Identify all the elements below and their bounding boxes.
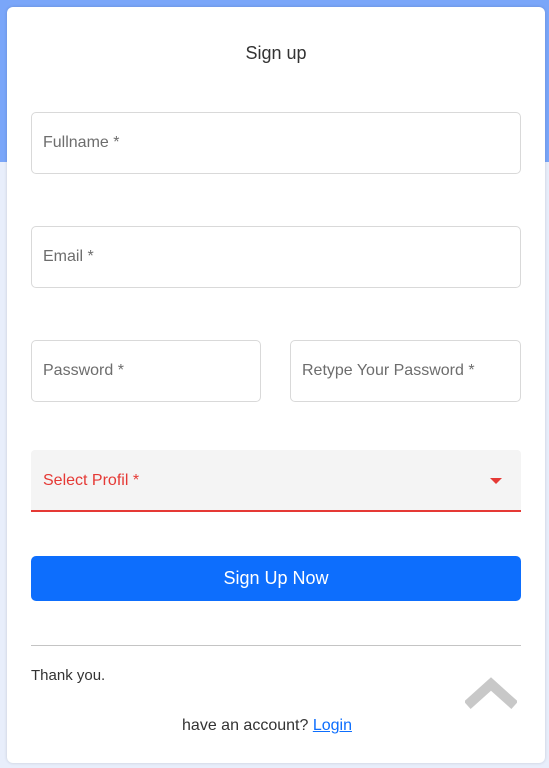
login-link[interactable]: Login <box>313 717 352 734</box>
chevron-up-icon <box>463 677 519 710</box>
email-field-wrapper <box>31 226 521 288</box>
form-title: Sign up <box>245 43 307 63</box>
profile-select-label: Select Profil * <box>43 472 140 489</box>
login-prompt: have an account? Login <box>7 717 545 735</box>
retype-password-field-wrapper <box>290 340 521 402</box>
caret-down-icon <box>490 478 502 484</box>
divider <box>31 645 521 646</box>
signup-card: Sign up Select Profil * Sign Up Now Than… <box>7 7 545 763</box>
password-input[interactable] <box>32 341 260 401</box>
scroll-to-top-button[interactable] <box>463 672 519 712</box>
thank-you-text: Thank you. <box>31 667 106 684</box>
fullname-input[interactable] <box>32 113 520 173</box>
account-prompt-text: have an account? <box>182 717 309 734</box>
email-input[interactable] <box>32 227 520 287</box>
profile-select[interactable]: Select Profil * <box>31 450 521 512</box>
sign-up-button[interactable]: Sign Up Now <box>31 556 521 601</box>
fullname-field-wrapper <box>31 112 521 174</box>
retype-password-input[interactable] <box>291 341 520 401</box>
password-field-wrapper <box>31 340 261 402</box>
